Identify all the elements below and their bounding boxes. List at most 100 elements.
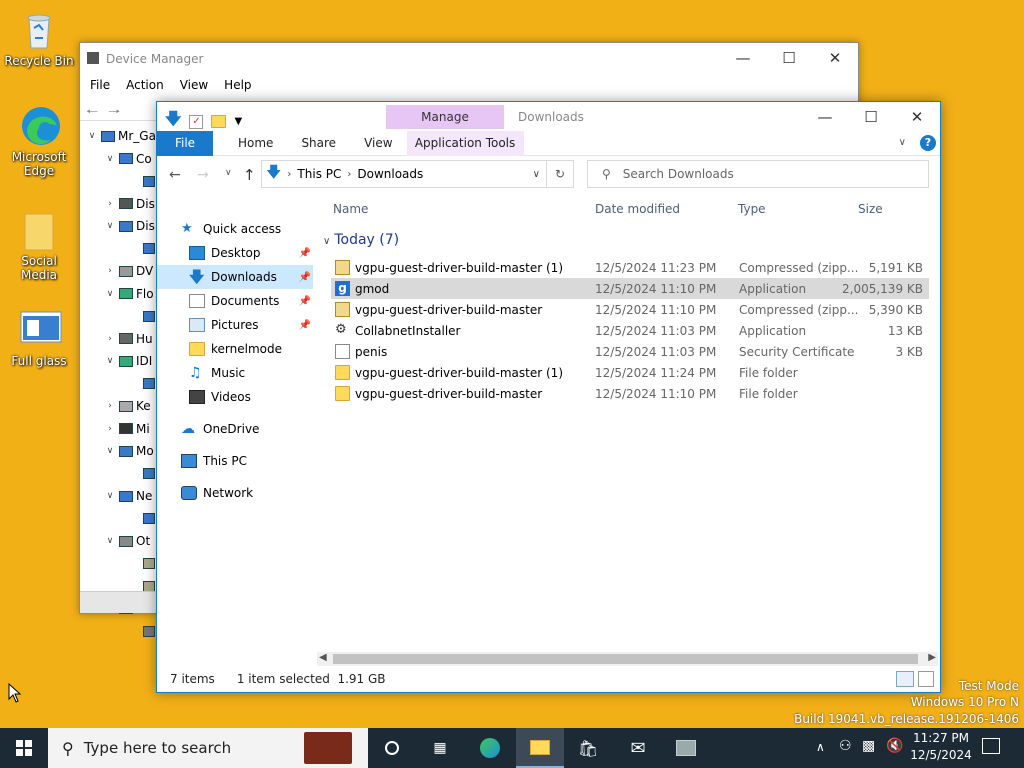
- chevron-down-icon[interactable]: ▼: [234, 116, 242, 127]
- new-folder-icon[interactable]: [211, 115, 227, 128]
- breadcrumb-this-pc[interactable]: This PC: [297, 167, 341, 181]
- menu-file[interactable]: File: [90, 78, 110, 92]
- tree-item[interactable]: › Hu: [80, 328, 158, 351]
- chevron-down-icon[interactable]: ∨: [86, 131, 98, 141]
- nav-item-music[interactable]: ♫ Music: [157, 361, 317, 385]
- tree-item[interactable]: ∨ Ne: [80, 485, 158, 508]
- file-row[interactable]: vgpu-guest-driver-build-master 12/5/2024…: [331, 299, 929, 320]
- up-icon[interactable]: ↑: [243, 166, 256, 184]
- pin-icon[interactable]: 📌: [299, 296, 311, 307]
- chevron-up-icon[interactable]: ∧: [816, 740, 825, 754]
- pin-icon[interactable]: 📌: [299, 320, 311, 331]
- nav-item-videos[interactable]: Videos: [157, 385, 317, 409]
- desktop-icon-edge[interactable]: Microsoft Edge: [2, 104, 76, 178]
- tree-item[interactable]: [80, 170, 158, 193]
- chevron-right-icon[interactable]: ›: [104, 424, 116, 434]
- people-icon[interactable]: ⚇: [839, 738, 852, 754]
- expand-ribbon-icon[interactable]: ∨: [899, 137, 906, 148]
- close-button[interactable]: ✕: [894, 102, 940, 132]
- column-type[interactable]: Type: [738, 202, 766, 216]
- nav-item-pictures[interactable]: Pictures 📌: [157, 313, 313, 337]
- desktop-icon-social-media[interactable]: Social Media: [2, 208, 76, 282]
- nav-item-onedrive[interactable]: ☁ OneDrive: [157, 417, 317, 441]
- nav-item-desktop[interactable]: Desktop 📌: [157, 241, 313, 265]
- chevron-down-icon[interactable]: ∨: [104, 356, 116, 366]
- tree-item[interactable]: › DV: [80, 260, 158, 283]
- chevron-down-icon[interactable]: ∨: [104, 289, 116, 299]
- pin-icon[interactable]: 📌: [299, 248, 311, 259]
- tree-item[interactable]: [80, 463, 158, 486]
- search-box[interactable]: ⚲ Search Downloads: [587, 160, 929, 188]
- tree-item[interactable]: › Dis: [80, 193, 158, 216]
- forward-icon[interactable]: →: [197, 167, 209, 183]
- chevron-right-icon[interactable]: ›: [104, 334, 116, 344]
- details-view-icon[interactable]: [896, 671, 914, 687]
- tree-item[interactable]: [80, 508, 158, 531]
- back-icon[interactable]: 🠐: [86, 101, 98, 125]
- search-input[interactable]: Search Downloads: [623, 167, 734, 181]
- nav-item-documents[interactable]: Documents 📌: [157, 289, 313, 313]
- tab-application-tools[interactable]: Application Tools: [406, 130, 524, 156]
- breadcrumb-downloads[interactable]: Downloads: [357, 167, 423, 181]
- chevron-down-icon[interactable]: ∨: [104, 154, 116, 164]
- action-center-icon[interactable]: [982, 738, 1000, 754]
- taskbar-mail[interactable]: ✉: [614, 728, 662, 768]
- file-explorer-window[interactable]: 🡇 ✓ ▼ Manage Downloads — ☐ ✕ File Home S…: [156, 101, 941, 693]
- group-header[interactable]: ∨ Today (7): [323, 232, 399, 248]
- taskbar-device-manager[interactable]: [662, 728, 710, 768]
- scroll-left-icon[interactable]: ◀: [319, 652, 327, 663]
- desktop-icon-full-glass[interactable]: Full glass: [2, 308, 76, 368]
- minimize-button[interactable]: —: [720, 43, 766, 73]
- desktop-icon-recycle-bin[interactable]: Recycle Bin: [2, 8, 76, 68]
- tab-share[interactable]: Share: [287, 131, 350, 156]
- tree-item[interactable]: ∨ Mr_Ga: [80, 125, 158, 148]
- taskbar-store[interactable]: 🛍: [564, 728, 612, 768]
- tree-item[interactable]: [80, 305, 158, 328]
- address-bar[interactable]: 🡇 › This PC › Downloads ∨: [261, 160, 547, 188]
- back-icon[interactable]: ←: [169, 167, 181, 183]
- task-view-button[interactable]: ▦: [416, 728, 464, 768]
- column-size[interactable]: Size: [858, 202, 883, 216]
- chevron-down-icon[interactable]: ∨: [104, 221, 116, 231]
- chevron-right-icon[interactable]: ›: [104, 199, 116, 209]
- nav-item-quick-access[interactable]: ★ Quick access: [157, 217, 317, 241]
- network-tray-icon[interactable]: ▩: [862, 738, 875, 754]
- column-date-modified[interactable]: Date modified: [595, 202, 680, 216]
- menu-help[interactable]: Help: [224, 78, 251, 92]
- search-input[interactable]: Type here to search: [84, 739, 231, 757]
- help-icon[interactable]: ?: [920, 135, 936, 151]
- file-row[interactable]: penis 12/5/2024 11:03 PM Security Certif…: [331, 341, 929, 362]
- title-bar[interactable]: 🡇 ✓ ▼ Manage Downloads — ☐ ✕ File Home S…: [157, 102, 940, 156]
- file-row[interactable]: g gmod 12/5/2024 11:10 PM Application 2,…: [331, 278, 929, 299]
- tab-home[interactable]: Home: [224, 131, 287, 156]
- taskbar-edge[interactable]: [466, 728, 514, 768]
- tree-item[interactable]: ∨ IDI: [80, 350, 158, 373]
- maximize-button[interactable]: ☐: [848, 102, 894, 132]
- chevron-down-icon[interactable]: ∨: [104, 446, 116, 456]
- nav-item-network[interactable]: Network: [157, 481, 317, 505]
- tree-item[interactable]: [80, 553, 158, 576]
- forward-icon[interactable]: 🠒: [108, 101, 120, 125]
- taskbar-search[interactable]: ⚲ Type here to search: [48, 728, 368, 768]
- chevron-down-icon[interactable]: ∨: [533, 169, 540, 180]
- cortana-button[interactable]: [368, 728, 416, 768]
- tree-item[interactable]: [80, 620, 158, 643]
- tree-item[interactable]: ∨ Ot: [80, 530, 158, 553]
- file-row[interactable]: vgpu-guest-driver-build-master (1) 12/5/…: [331, 362, 929, 383]
- chevron-right-icon[interactable]: ›: [104, 266, 116, 276]
- menu-action[interactable]: Action: [126, 78, 164, 92]
- tree-item[interactable]: ∨ Mo: [80, 440, 158, 463]
- file-row[interactable]: vgpu-guest-driver-build-master 12/5/2024…: [331, 383, 929, 404]
- file-row[interactable]: vgpu-guest-driver-build-master (1) 12/5/…: [331, 257, 929, 278]
- scrollbar-thumb[interactable]: [333, 654, 918, 664]
- chevron-down-icon[interactable]: ∨: [104, 491, 116, 501]
- recent-chevron-icon[interactable]: ∨: [225, 168, 232, 178]
- clock[interactable]: 11:27 PM 12/5/2024: [908, 730, 974, 764]
- chevron-down-icon[interactable]: ∨: [104, 536, 116, 546]
- tree-item[interactable]: › Ke: [80, 395, 158, 418]
- start-button[interactable]: [0, 728, 48, 768]
- nav-item-this-pc[interactable]: This PC: [157, 449, 317, 473]
- tab-view[interactable]: View: [350, 131, 406, 156]
- tree-item[interactable]: ∨ Flo: [80, 283, 158, 306]
- volume-muted-icon[interactable]: 🔇: [886, 738, 903, 754]
